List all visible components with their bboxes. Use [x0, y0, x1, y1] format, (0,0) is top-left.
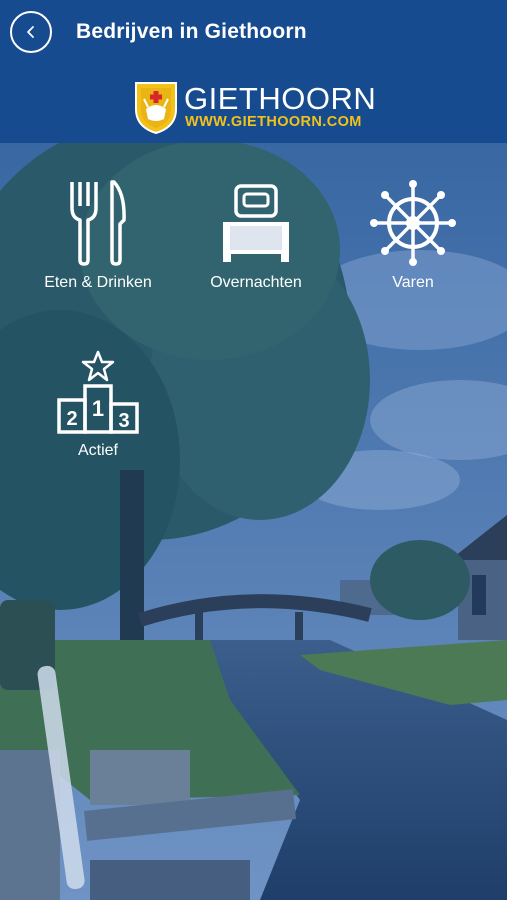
back-button[interactable] — [10, 11, 52, 53]
chevron-left-icon — [27, 26, 34, 38]
app-header: Bedrijven in Giethoorn — [0, 0, 507, 68]
category-label: Actief — [77, 442, 118, 459]
svg-text:1: 1 — [92, 396, 104, 421]
category-varen[interactable]: Varen — [349, 180, 477, 292]
bed-icon — [223, 184, 289, 262]
category-label: Eten & Drinken — [44, 274, 152, 291]
category-actief[interactable]: 1 2 3 Actief — [34, 350, 162, 460]
podium-star-icon: 1 2 3 — [57, 350, 139, 434]
fork-knife-icon — [70, 180, 126, 266]
ship-wheel-icon — [370, 180, 456, 266]
svg-text:2: 2 — [66, 408, 77, 430]
giethoorn-shield-logo — [135, 82, 177, 135]
logo-url: WWW.GIETHOORN.COM — [185, 114, 362, 130]
logo-name: GIETHOORN — [184, 81, 377, 116]
category-label: Overnachten — [210, 274, 302, 291]
category-eten-drinken[interactable]: Eten & Drinken — [34, 180, 162, 292]
app-screen: Bedrijven in Giethoorn GIETHOORN WWW.GIE… — [0, 0, 507, 900]
category-overnachten[interactable]: Overnachten — [192, 182, 320, 292]
svg-text:3: 3 — [118, 410, 129, 432]
category-label: Varen — [392, 274, 434, 291]
page-title: Bedrijven in Giethoorn — [76, 20, 307, 43]
